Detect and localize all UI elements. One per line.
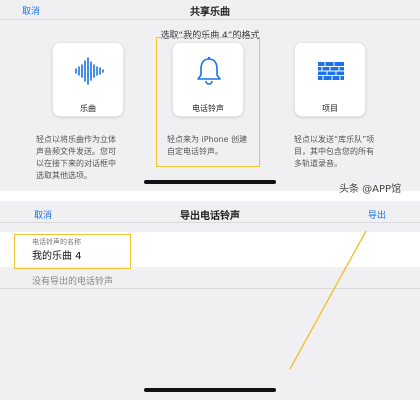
option-project-description: 轻点以发送“库乐队”项目，其中包含您的所有多轨道录音。 xyxy=(294,135,375,168)
export-title: 导出电话铃声 xyxy=(180,211,240,222)
home-indicator xyxy=(144,180,276,184)
option-song-card[interactable]: 乐曲 xyxy=(52,42,124,117)
option-song-label: 乐曲 xyxy=(80,104,96,113)
export-ringtone-sheet: 取消 导出电话铃声 导出 电话铃声的名称 没有导出的电话铃声 xyxy=(0,201,420,400)
project-grid-icon xyxy=(318,62,344,80)
no-exported-ringtones-note: 没有导出的电话铃声 xyxy=(32,277,114,287)
waveform-icon xyxy=(75,57,104,85)
share-navbar: 取消 共享乐曲 xyxy=(0,0,420,20)
option-project-label: 项目 xyxy=(322,104,338,113)
share-title: 共享乐曲 xyxy=(190,7,230,18)
share-song-sheet: 取消 共享乐曲 选取“我的乐曲 4”的格式 乐曲 电话铃声 项目 轻点以将乐曲作… xyxy=(0,0,420,191)
name-field-highlight-frame xyxy=(14,234,131,269)
export-navbar: 取消 导出电话铃声 导出 xyxy=(0,201,420,223)
export-button[interactable]: 导出 xyxy=(368,208,386,221)
home-indicator-2 xyxy=(144,388,276,392)
ringtone-highlight-frame xyxy=(156,37,260,167)
pointer-annotation-line xyxy=(289,230,367,370)
source-watermark: 头条 @APP馆 xyxy=(339,184,402,195)
option-song-description: 轻点以将乐曲作为立体声音频文件发送。您可以在接下来的对话框中选取其他选项。 xyxy=(36,135,116,180)
option-project-card[interactable]: 项目 xyxy=(294,42,366,117)
list-divider xyxy=(0,288,420,289)
